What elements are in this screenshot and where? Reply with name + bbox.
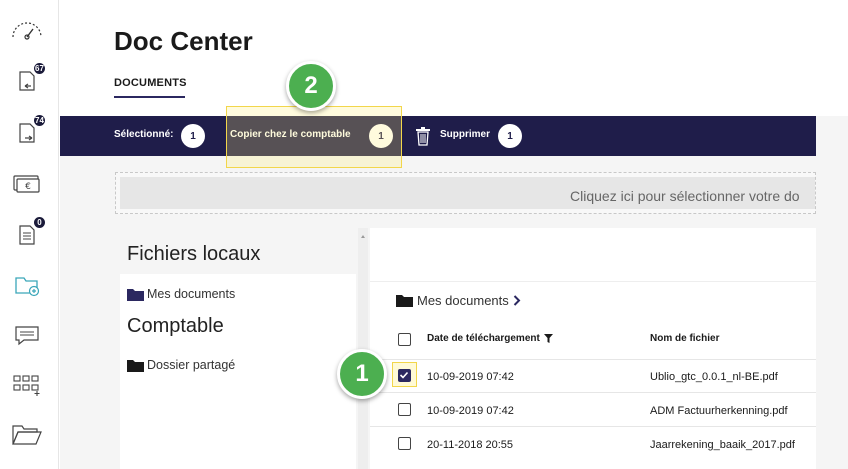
- step-1-badge: 1: [337, 349, 387, 399]
- list-document-icon[interactable]: 0: [10, 216, 46, 250]
- filter-icon: [543, 334, 553, 343]
- selected-label: Sélectionné:: [114, 129, 174, 140]
- folder-icon: [127, 359, 144, 372]
- selection-action-bar: Sélectionné: 1 Copier chez le comptable …: [60, 116, 816, 156]
- folder-mes-documents[interactable]: Mes documents: [127, 287, 235, 301]
- column-header-filename[interactable]: Nom de fichier: [650, 333, 719, 344]
- row-filename[interactable]: Ublio_gtc_0.0.1_nl-BE.pdf: [650, 371, 778, 383]
- dropzone-text: Cliquez ici pour sélectionner votre do: [570, 188, 800, 204]
- incoming-badge: 67: [33, 62, 46, 75]
- folder-label: Mes documents: [147, 287, 236, 301]
- page-title: Doc Center: [114, 26, 253, 56]
- copy-highlight: [226, 106, 402, 168]
- row-date: 10-09-2019 07:42: [427, 405, 514, 417]
- row-divider: [370, 426, 816, 427]
- breadcrumb[interactable]: Mes documents: [396, 293, 521, 308]
- row-date: 10-09-2019 07:42: [427, 371, 514, 383]
- page-header: Doc Center DOCUMENTS: [60, 0, 848, 116]
- row-date: 20-11-2018 20:55: [427, 439, 514, 451]
- svg-text:€: €: [25, 182, 31, 192]
- folder-label: Dossier partagé: [147, 358, 236, 372]
- row-filename[interactable]: ADM Factuurherkenning.pdf: [650, 405, 788, 417]
- header-divider: [370, 359, 816, 360]
- folder-tree-panel: Fichiers locaux Mes documents Comptable …: [120, 228, 356, 469]
- step-2-badge: 2: [286, 61, 336, 111]
- folder-icon: [396, 295, 413, 307]
- row-filename[interactable]: Jaarrekening_baaik_2017.pdf: [650, 439, 795, 451]
- folder-add-icon[interactable]: [10, 270, 44, 300]
- tab-documents[interactable]: DOCUMENTS: [114, 77, 187, 89]
- apps-grid-icon[interactable]: [10, 370, 44, 400]
- trash-icon[interactable]: [415, 126, 431, 151]
- dropzone-inner: Cliquez ici pour sélectionner votre do: [120, 177, 815, 209]
- open-folder-icon[interactable]: [10, 420, 44, 450]
- outgoing-document-icon[interactable]: 74: [10, 114, 46, 148]
- upload-dropzone[interactable]: Cliquez ici pour sélectionner votre do: [115, 172, 816, 214]
- chat-icon[interactable]: [10, 320, 44, 350]
- tab-active-indicator: [114, 96, 185, 98]
- main-area: Doc Center DOCUMENTS Sélectionné: 1 Copi…: [60, 0, 848, 469]
- local-files-heading: Fichiers locaux: [127, 243, 261, 265]
- column-header-date[interactable]: Date de téléchargement: [427, 333, 553, 344]
- checkmark-icon: [399, 371, 409, 379]
- row-checkbox[interactable]: [398, 403, 411, 416]
- folder-dossier-partage[interactable]: Dossier partagé: [127, 358, 235, 372]
- delete-button[interactable]: Supprimer: [440, 129, 490, 140]
- selected-count: 1: [181, 124, 205, 148]
- scroll-up-arrow-icon: [361, 235, 365, 238]
- accountant-heading: Comptable: [127, 315, 224, 337]
- speedometer-icon[interactable]: [10, 14, 44, 44]
- euro-bill-icon[interactable]: €: [10, 168, 44, 198]
- row-checkbox[interactable]: [398, 369, 411, 382]
- select-all-checkbox[interactable]: [398, 333, 411, 346]
- file-list-panel: Mes documents Date de téléchargement Nom…: [370, 228, 816, 469]
- sidebar: 67 74 € 0: [0, 0, 59, 469]
- folder-icon: [127, 288, 144, 301]
- chevron-right-icon: [513, 295, 521, 306]
- row-checkbox[interactable]: [398, 437, 411, 450]
- row-divider: [370, 392, 816, 393]
- incoming-document-icon[interactable]: 67: [10, 62, 46, 96]
- delete-count: 1: [498, 124, 522, 148]
- outgoing-badge: 74: [33, 114, 46, 127]
- breadcrumb-label: Mes documents: [417, 293, 509, 308]
- list-badge: 0: [33, 216, 46, 229]
- column-date-label: Date de téléchargement: [427, 333, 540, 344]
- file-list-toolbar: [370, 228, 816, 282]
